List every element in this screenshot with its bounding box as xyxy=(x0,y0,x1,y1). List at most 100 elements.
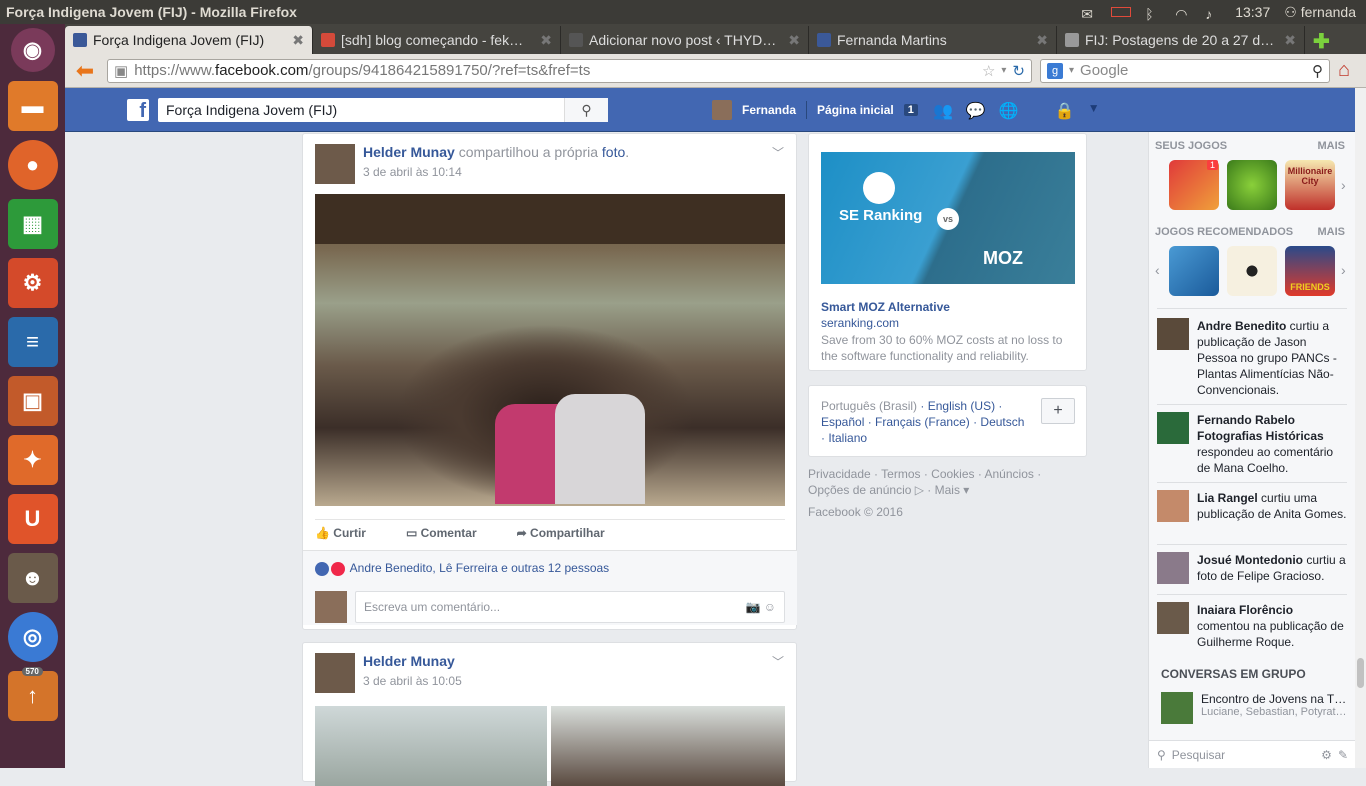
reload-icon[interactable]: ↻ xyxy=(1012,62,1025,80)
chevron-right-icon[interactable]: › xyxy=(1341,177,1346,193)
camera-icon[interactable]: 📷 xyxy=(745,600,760,614)
add-language-button[interactable]: + xyxy=(1041,398,1075,424)
tab-fij[interactable]: Força Indigena Jovem (FIJ) ✖ xyxy=(65,26,313,54)
tab-new-post[interactable]: Adicionar novo post ‹ THYD… ✖ xyxy=(561,26,809,54)
like-button[interactable]: 👍 Curtir xyxy=(315,526,366,540)
update-manager-icon[interactable]: 570 ↑ xyxy=(7,667,58,721)
close-icon[interactable]: ✖ xyxy=(1036,32,1048,49)
language-link[interactable]: Deutsch xyxy=(980,415,1024,429)
tab-fernanda-martins[interactable]: Fernanda Martins ✖ xyxy=(809,26,1057,54)
user-menu[interactable]: ⚇ fernanda xyxy=(1284,4,1356,21)
messages-icon[interactable]: 💬 xyxy=(966,101,986,121)
software-center-icon[interactable]: ✦ xyxy=(7,435,58,485)
files-icon[interactable]: ▬ xyxy=(7,81,58,131)
new-tab-icon[interactable]: ✚ xyxy=(1305,29,1338,54)
ad-title[interactable]: Smart MOZ Alternative xyxy=(821,300,950,314)
ticker-item[interactable]: Andre Benedito curtiu a publicação de Ja… xyxy=(1157,318,1347,398)
gear-icon[interactable]: ⚙ xyxy=(1321,748,1332,762)
google-icon[interactable]: g xyxy=(1047,62,1063,79)
close-icon[interactable]: ✖ xyxy=(540,32,552,49)
post-date[interactable]: 3 de abril às 10:05 xyxy=(363,674,462,688)
battery-icon[interactable] xyxy=(1111,7,1132,17)
bookmark-star-icon[interactable]: ☆ xyxy=(982,62,995,80)
language-link[interactable]: English (US) xyxy=(928,399,995,413)
chevron-down-icon[interactable]: ﹀ xyxy=(772,653,784,670)
chromium-icon[interactable]: ◎ xyxy=(7,612,58,662)
ubuntu-dash-icon[interactable]: ◉ xyxy=(10,28,55,72)
home-link[interactable]: Página inicial xyxy=(817,103,894,117)
compose-icon[interactable]: ✎ xyxy=(1338,748,1348,762)
game-frozen[interactable] xyxy=(1169,246,1219,296)
post-photo[interactable] xyxy=(315,706,547,786)
url-bar[interactable]: ▣ https://www.facebook.com/groups/941864… xyxy=(107,58,1032,83)
ticker-item[interactable]: Fernando Rabelo Fotografias Históricas r… xyxy=(1157,412,1347,476)
ad-domain[interactable]: seranking.com xyxy=(821,316,899,330)
footer-links[interactable]: Privacidade · Termos · Cookies · Anúncio… xyxy=(808,466,1063,498)
close-icon[interactable]: ✖ xyxy=(292,32,304,49)
dropdown-icon[interactable]: ▾ xyxy=(1069,65,1074,76)
impress-icon[interactable]: ▣ xyxy=(7,376,58,426)
search-bar[interactable]: g ▾ Google ⚲ xyxy=(1040,58,1330,83)
more-link[interactable]: MAIS xyxy=(1318,226,1346,238)
chevron-down-icon[interactable]: ﹀ xyxy=(772,144,784,161)
clock[interactable]: 13:37 xyxy=(1235,4,1270,20)
comment-button[interactable]: ▭ Comentar xyxy=(406,526,477,540)
post-photo[interactable] xyxy=(315,194,785,506)
wifi-icon[interactable]: ◠ xyxy=(1175,6,1191,22)
chevron-right-icon[interactable]: › xyxy=(1341,262,1346,278)
game-clock[interactable] xyxy=(1227,246,1277,296)
calc-icon[interactable]: ▦ xyxy=(7,199,58,249)
game-angry-birds[interactable]: FRIENDS xyxy=(1285,246,1335,296)
mail-icon[interactable]: ✉ xyxy=(1081,6,1097,22)
more-link[interactable]: MAIS xyxy=(1318,140,1346,152)
avatar[interactable] xyxy=(315,653,355,693)
back-icon[interactable]: ⬅ xyxy=(71,58,99,84)
dropdown-icon[interactable]: ▾ xyxy=(1001,65,1006,76)
home-icon[interactable]: ⌂ xyxy=(1338,59,1350,82)
close-icon[interactable]: ✖ xyxy=(788,32,800,49)
reactions-text[interactable]: Andre Benedito, Lê Ferreira e outras 12 … xyxy=(350,561,610,575)
search-icon[interactable]: ⚲ xyxy=(1312,62,1323,80)
ticker-item[interactable]: Josué Montedonio curtiu a foto de Felipe… xyxy=(1157,552,1347,584)
close-icon[interactable]: ✖ xyxy=(1284,32,1296,49)
chevron-left-icon[interactable]: ‹ xyxy=(1155,262,1160,278)
avatar[interactable] xyxy=(712,100,732,120)
post-author[interactable]: Helder Munay xyxy=(363,144,455,160)
share-button[interactable]: ➦ Compartilhar xyxy=(517,526,605,540)
privacy-lock-icon[interactable]: 🔒 xyxy=(1055,101,1075,121)
ad-image[interactable]: SE Ranking vs MOZ xyxy=(821,152,1075,284)
post-object-link[interactable]: foto xyxy=(602,144,625,160)
gimp-icon[interactable]: ☻ xyxy=(7,553,58,603)
post-photo[interactable] xyxy=(551,706,785,786)
settings-icon[interactable]: ⚙ xyxy=(7,258,58,308)
scrollbar-thumb[interactable] xyxy=(1357,658,1364,688)
language-link[interactable]: Italiano xyxy=(828,431,867,445)
chat-search-input[interactable]: Pesquisar xyxy=(1172,748,1315,762)
ubuntu-one-icon[interactable]: U xyxy=(7,494,58,544)
writer-icon[interactable]: ≡ xyxy=(7,317,58,367)
post-author[interactable]: Helder Munay xyxy=(363,653,455,669)
post-date[interactable]: 3 de abril às 10:14 xyxy=(363,165,629,179)
notifications-globe-icon[interactable]: 🌐 xyxy=(999,101,1019,121)
fb-search-value[interactable]: Força Indigena Jovem (FIJ) xyxy=(158,102,564,118)
search-icon[interactable]: ⚲ xyxy=(564,98,608,122)
url-text[interactable]: https://www.facebook.com/groups/94186421… xyxy=(134,62,976,79)
tab-fij-posts[interactable]: FIJ: Postagens de 20 a 27 de… ✖ xyxy=(1057,26,1305,54)
game-millionaire-city[interactable]: Millionaire City xyxy=(1285,160,1335,210)
profile-link[interactable]: Fernanda xyxy=(742,103,796,117)
friend-requests-icon[interactable]: 👥 xyxy=(933,101,953,121)
language-link[interactable]: Español xyxy=(821,415,864,429)
bluetooth-icon[interactable]: ᛒ xyxy=(1145,6,1161,22)
ticker-item[interactable]: Lia Rangel curtiu uma publicação de Anit… xyxy=(1157,490,1347,522)
emoji-icon[interactable]: ☺ xyxy=(764,600,776,614)
group-conversation[interactable]: Encontro de Jovens na T… Luciane, Sebast… xyxy=(1161,692,1351,724)
language-link[interactable]: Français (France) xyxy=(875,415,970,429)
volume-icon[interactable]: ♪ xyxy=(1205,6,1221,22)
game-zuma[interactable] xyxy=(1227,160,1277,210)
chevron-down-icon[interactable]: ▼ xyxy=(1088,101,1100,121)
firefox-icon[interactable]: ● xyxy=(7,140,58,190)
tab-sdh-blog[interactable]: [sdh] blog começando - fek… ✖ xyxy=(313,26,561,54)
fb-search-input[interactable]: Força Indigena Jovem (FIJ) ⚲ xyxy=(158,98,608,122)
ticker-item[interactable]: Inaiara Florêncio comentou na publicação… xyxy=(1157,602,1347,650)
page-scrollbar[interactable] xyxy=(1355,88,1366,768)
